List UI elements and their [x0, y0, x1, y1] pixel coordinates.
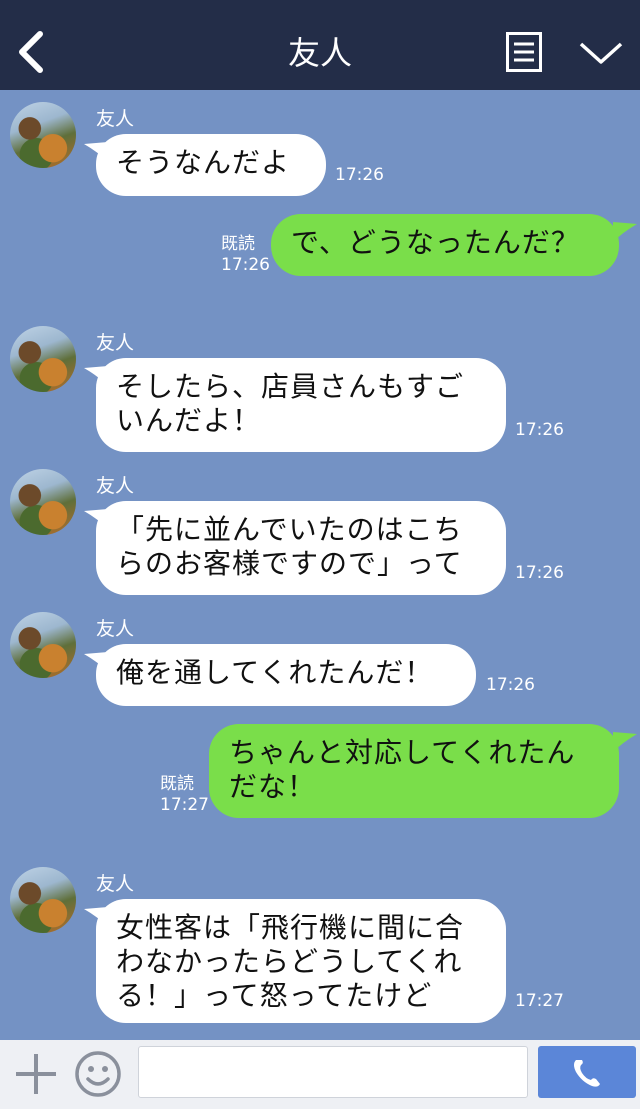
- message-bubble[interactable]: 俺を通してくれたんだ！: [96, 644, 476, 706]
- message-input[interactable]: [138, 1046, 528, 1098]
- message-text-line: 「先に並んでいたのはこち: [116, 513, 463, 546]
- sender-name: 友人: [96, 618, 135, 640]
- avatar[interactable]: [10, 469, 76, 535]
- message-bubble[interactable]: そしたら、店員さんもすご いんだよ！: [96, 358, 506, 452]
- message-bubble[interactable]: で、どうなったんだ？: [271, 214, 619, 276]
- input-bar: [0, 1040, 640, 1109]
- message-text: そうなんだよ: [116, 146, 291, 179]
- message-text-line: だな！: [229, 770, 317, 803]
- menu-icon[interactable]: [506, 32, 542, 72]
- bubble-tail: [613, 222, 637, 242]
- sender-name: 友人: [96, 475, 135, 497]
- message-text-line: ちゃんと対応してくれたん: [229, 736, 576, 769]
- message-bubble[interactable]: 女性客は「飛行機に間に合 わなかったらどうしてくれ る！」って怒ってたけど: [96, 899, 506, 1023]
- avatar[interactable]: [10, 102, 76, 168]
- avatar[interactable]: [10, 867, 76, 933]
- message-time: 17:27: [160, 795, 209, 815]
- message-time: 17:26: [486, 675, 535, 695]
- phone-icon: [574, 1060, 600, 1087]
- chat-header: 友人: [0, 0, 640, 90]
- plus-icon[interactable]: [14, 1052, 58, 1096]
- bubble-tail: [613, 732, 637, 752]
- avatar[interactable]: [10, 326, 76, 392]
- message-text-line: 女性客は「飛行機に間に合: [116, 911, 465, 944]
- message-text-line: いんだよ！: [116, 404, 262, 437]
- emoji-icon[interactable]: [74, 1050, 122, 1098]
- message-bubble[interactable]: そうなんだよ: [96, 134, 326, 196]
- message-time: 17:27: [515, 991, 564, 1011]
- message-text-line: そしたら、店員さんもすご: [116, 370, 465, 403]
- chat-area[interactable]: 友人 そうなんだよ 17:26 既読 17:26 で、どうなったんだ？ 友人 そ…: [0, 90, 640, 1040]
- message-time: 17:26: [515, 563, 564, 583]
- avatar[interactable]: [10, 612, 76, 678]
- message-text: 俺を通してくれたんだ！: [116, 656, 434, 689]
- read-receipt: 既読: [221, 234, 255, 254]
- read-receipt: 既読: [160, 774, 194, 794]
- message-text-line: わなかったらどうしてくれ: [116, 945, 463, 978]
- message-bubble[interactable]: 「先に並んでいたのはこち らのお客様ですので」って: [96, 501, 506, 595]
- message-text-line: らのお客様ですので」って: [116, 547, 463, 580]
- call-button[interactable]: [538, 1046, 636, 1098]
- message-bubble[interactable]: ちゃんと対応してくれたん だな！: [209, 724, 619, 818]
- sender-name: 友人: [96, 332, 135, 354]
- message-time: 17:26: [515, 420, 564, 440]
- sender-name: 友人: [96, 108, 135, 130]
- message-text-line: る！」って怒ってたけど: [116, 979, 433, 1012]
- message-time: 17:26: [221, 255, 270, 275]
- message-text: で、どうなったんだ？: [291, 226, 580, 259]
- chevron-down-icon[interactable]: [578, 38, 624, 68]
- chat-title: 友人: [287, 34, 352, 72]
- message-time: 17:26: [335, 165, 384, 185]
- sender-name: 友人: [96, 873, 135, 895]
